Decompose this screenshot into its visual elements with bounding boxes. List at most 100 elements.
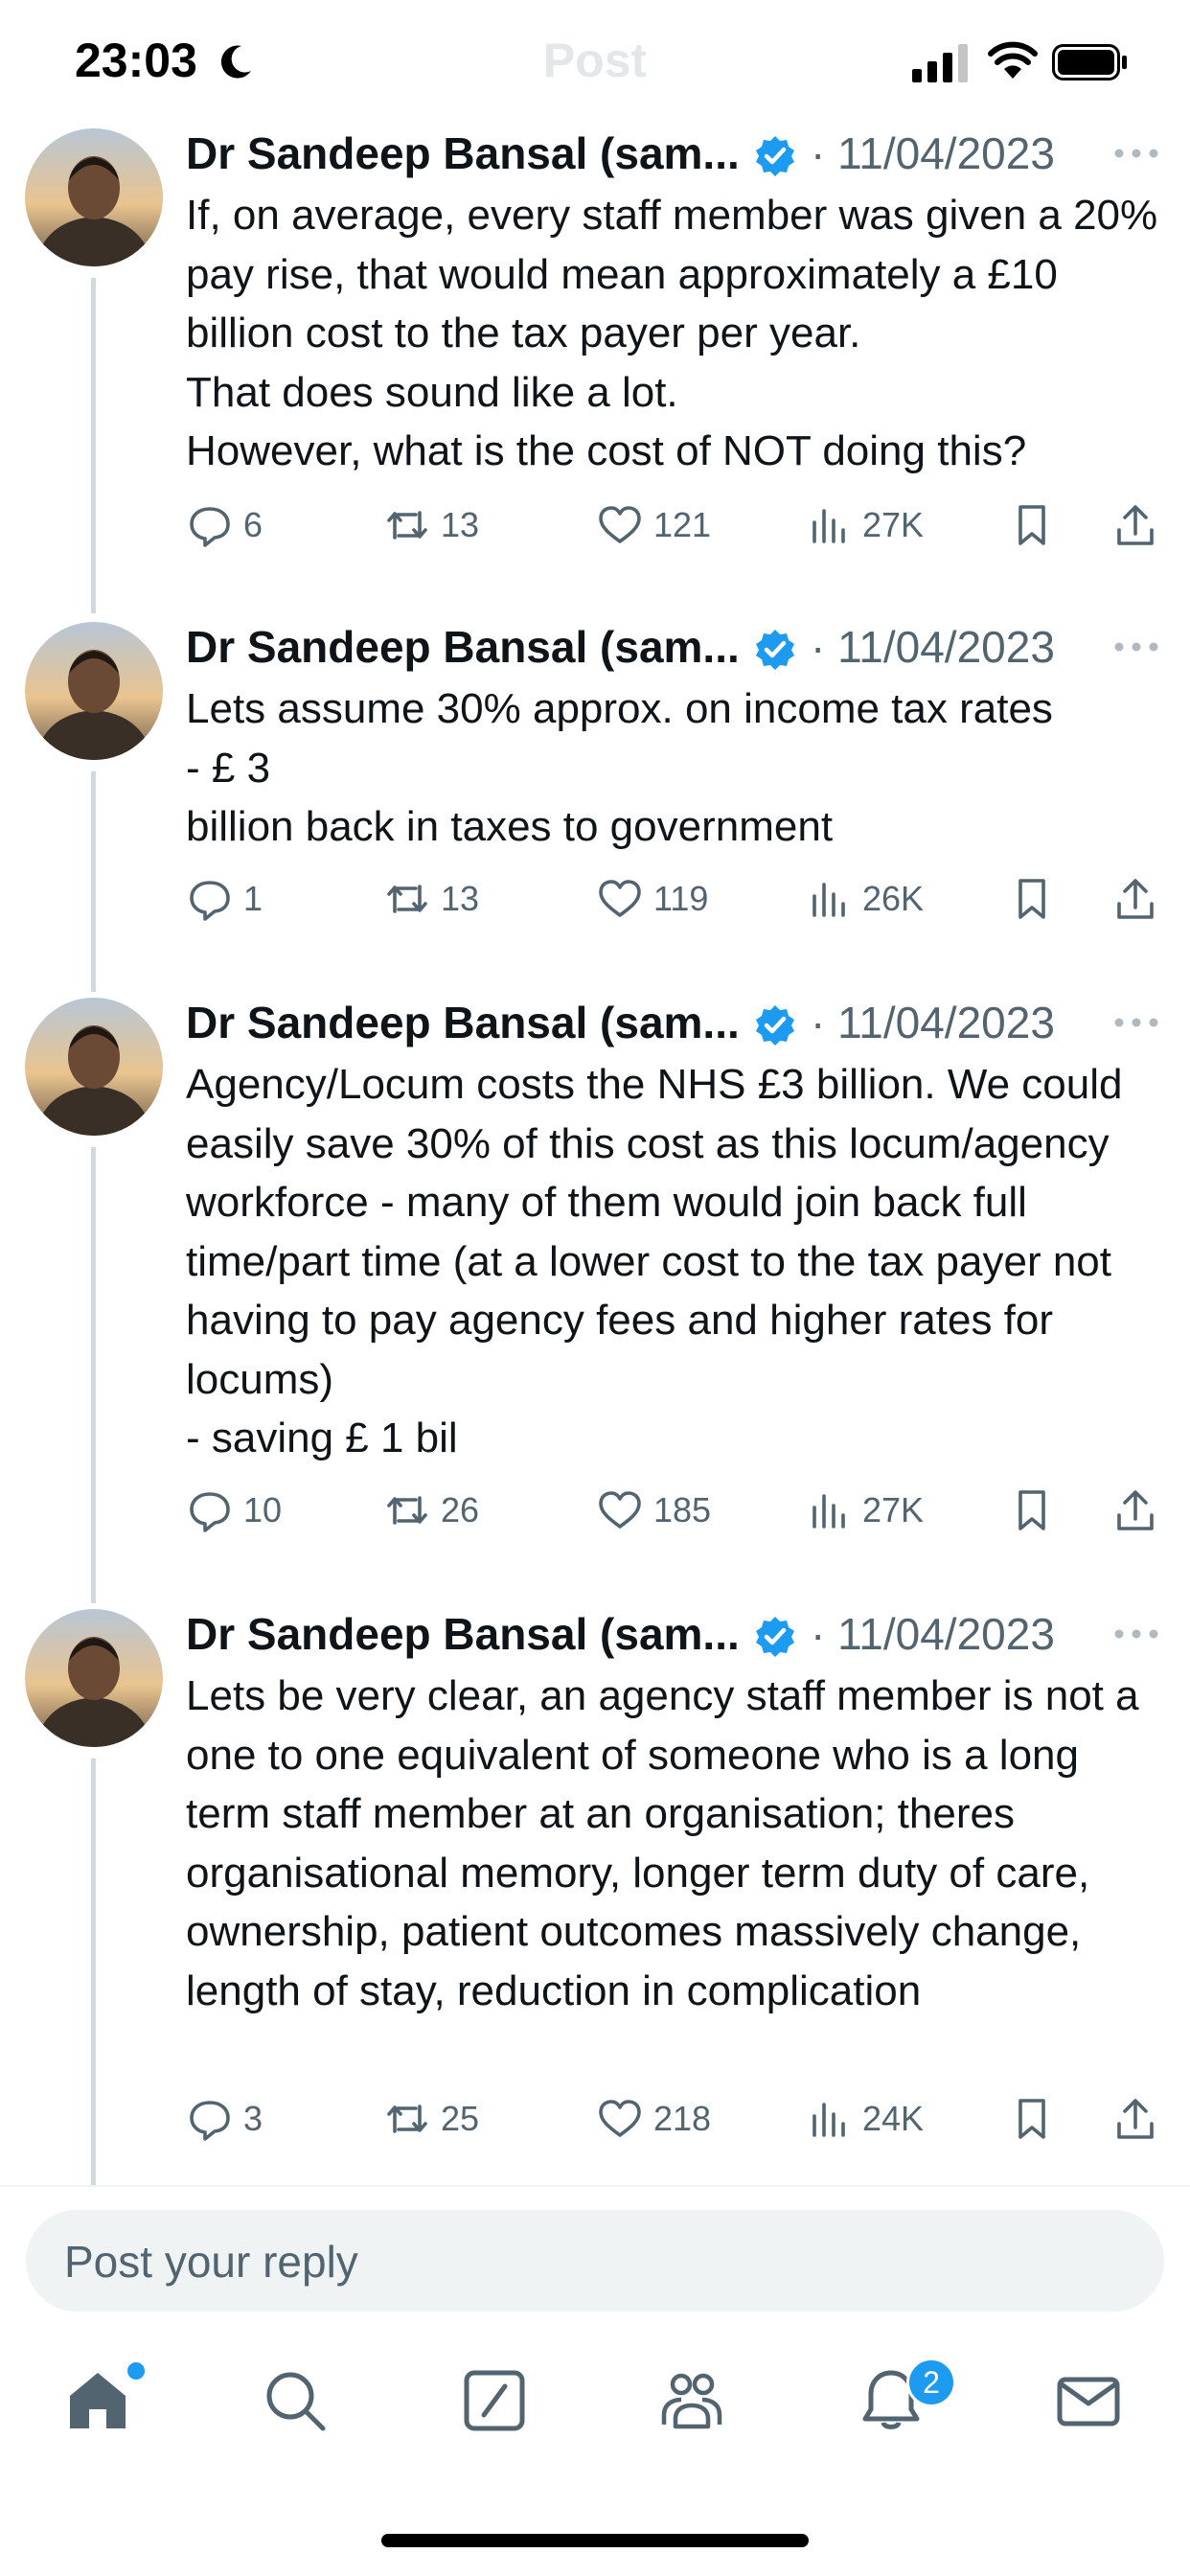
tweet-date[interactable]: · 11/04/2023	[811, 618, 1055, 676]
like-button[interactable]: 185	[596, 1482, 711, 1539]
repost-button[interactable]: 26	[383, 1482, 479, 1539]
nav-communities[interactable]	[644, 2338, 740, 2472]
heart-icon	[599, 2100, 641, 2137]
bookmark-icon	[1018, 2099, 1045, 2139]
like-count: 119	[653, 879, 709, 918]
more-options-icon[interactable]	[1113, 142, 1159, 165]
repost-button[interactable]: 25	[383, 2090, 479, 2148]
home-icon	[70, 2373, 126, 2428]
reply-count: 3	[243, 2099, 263, 2138]
nav-messages[interactable]	[1041, 2338, 1136, 2472]
bottom-nav: 2	[0, 2338, 1190, 2472]
tweet-date[interactable]: · 11/04/2023	[811, 1605, 1055, 1663]
tweet-actions: 1 13 119 26K	[186, 870, 1173, 928]
mail-icon	[1057, 2377, 1120, 2426]
tweet-4[interactable]: Dr Sandeep Bansal (sam... · 11/04/2023 L…	[0, 1605, 1190, 2185]
composer-divider	[0, 2185, 1190, 2187]
tweet-text: If, on average, every staff member was g…	[186, 192, 1158, 474]
reply-button[interactable]: 1	[186, 870, 263, 928]
more-options-icon[interactable]	[1113, 1622, 1159, 1645]
tweet-text: Lets be very clear, an agency staff memb…	[186, 1672, 1139, 2014]
view-count: 24K	[862, 2099, 925, 2138]
like-count: 121	[653, 505, 712, 544]
avatar[interactable]	[25, 128, 163, 266]
tweet-text: Agency/Locum costs the NHS £3 billion. W…	[186, 1061, 1123, 1461]
reply-input[interactable]	[62, 2210, 1120, 2313]
status-time: 23:03	[75, 34, 197, 87]
reply-button[interactable]: 6	[186, 496, 263, 554]
bookmark-button[interactable]	[1008, 496, 1056, 554]
reply-count: 1	[243, 879, 263, 918]
view-count: 26K	[862, 879, 925, 918]
status-bar: Post 23:03	[0, 0, 1190, 125]
like-count: 218	[653, 2099, 712, 2138]
bookmark-button[interactable]	[1008, 1482, 1056, 1539]
verified-badge-icon	[756, 630, 794, 670]
more-options-icon[interactable]	[1113, 635, 1159, 658]
tweet-date[interactable]: · 11/04/2023	[811, 125, 1055, 182]
thread-connector	[91, 1759, 96, 2185]
tweet-2[interactable]: Dr Sandeep Bansal (sam... · 11/04/2023 L…	[0, 618, 1190, 992]
tweet-actions: 3 25 218 24K	[186, 2090, 1173, 2148]
share-icon	[1117, 1490, 1154, 1530]
thread-connector	[91, 771, 96, 992]
views-button[interactable]: 27K	[805, 1482, 924, 1539]
reply-icon	[190, 507, 230, 547]
repost-button[interactable]: 13	[383, 870, 479, 928]
tweet-header: Dr Sandeep Bansal (sam... · 11/04/2023	[186, 125, 1173, 182]
more-options-icon[interactable]	[1113, 1011, 1159, 1034]
share-button[interactable]	[1111, 1482, 1159, 1539]
share-button[interactable]	[1111, 2090, 1159, 2148]
reply-button[interactable]: 3	[186, 2090, 263, 2148]
bookmark-button[interactable]	[1008, 2090, 1056, 2148]
author-name[interactable]: Dr Sandeep Bansal (sam...	[186, 994, 740, 1051]
repost-icon	[387, 1496, 427, 1525]
repost-icon	[387, 2104, 427, 2133]
author-name[interactable]: Dr Sandeep Bansal (sam...	[186, 618, 740, 676]
repost-count: 13	[441, 505, 480, 544]
avatar[interactable]	[25, 998, 163, 1136]
like-button[interactable]: 121	[596, 496, 711, 554]
author-name[interactable]: Dr Sandeep Bansal (sam...	[186, 1605, 740, 1663]
like-button[interactable]: 119	[596, 870, 708, 928]
view-count: 27K	[862, 1490, 925, 1530]
reply-button[interactable]: 10	[186, 1482, 282, 1539]
tweet-header: Dr Sandeep Bansal (sam... · 11/04/2023	[186, 618, 1173, 676]
avatar[interactable]	[25, 622, 163, 760]
avatar[interactable]	[25, 1609, 163, 1747]
bookmark-icon	[1018, 879, 1045, 919]
share-icon	[1117, 879, 1154, 919]
tweet-3[interactable]: Dr Sandeep Bansal (sam... · 11/04/2023 A…	[0, 994, 1190, 1603]
wifi-icon	[988, 41, 1038, 79]
tweet-date[interactable]: · 11/04/2023	[811, 994, 1055, 1051]
views-button[interactable]: 24K	[805, 2090, 924, 2148]
reply-composer[interactable]	[26, 2210, 1164, 2313]
views-button[interactable]: 27K	[805, 496, 924, 554]
repost-button[interactable]: 13	[383, 496, 479, 554]
nav-compose[interactable]	[446, 2338, 542, 2472]
views-button[interactable]: 26K	[805, 870, 924, 928]
nav-search[interactable]	[247, 2338, 343, 2472]
author-name[interactable]: Dr Sandeep Bansal (sam...	[186, 125, 740, 182]
like-button[interactable]: 218	[596, 2090, 711, 2148]
share-button[interactable]	[1111, 870, 1159, 928]
share-button[interactable]	[1111, 496, 1159, 554]
heart-icon	[599, 1491, 641, 1529]
thread-timeline: Dr Sandeep Bansal (sam... · 11/04/2023 I…	[0, 125, 1190, 2185]
share-icon	[1117, 505, 1154, 545]
verified-badge-icon	[756, 136, 794, 176]
tweet-actions: 10 26 185 27K	[186, 1482, 1173, 1539]
battery-icon	[1052, 44, 1127, 80]
tweet-actions: 6 13 121 27K	[186, 496, 1173, 554]
thread-connector	[91, 278, 96, 613]
repost-count: 25	[441, 2099, 480, 2138]
bookmark-button[interactable]	[1008, 870, 1056, 928]
nav-notifications[interactable]: 2	[843, 2338, 956, 2472]
tweet-header: Dr Sandeep Bansal (sam... · 11/04/2023	[186, 1605, 1173, 1663]
reply-icon	[190, 881, 230, 921]
tweet-1[interactable]: Dr Sandeep Bansal (sam... · 11/04/2023 I…	[0, 125, 1190, 613]
nav-home[interactable]	[50, 2338, 148, 2472]
tweet-header: Dr Sandeep Bansal (sam... · 11/04/2023	[186, 994, 1173, 1051]
repost-count: 13	[441, 879, 480, 918]
bookmark-icon	[1018, 505, 1045, 545]
